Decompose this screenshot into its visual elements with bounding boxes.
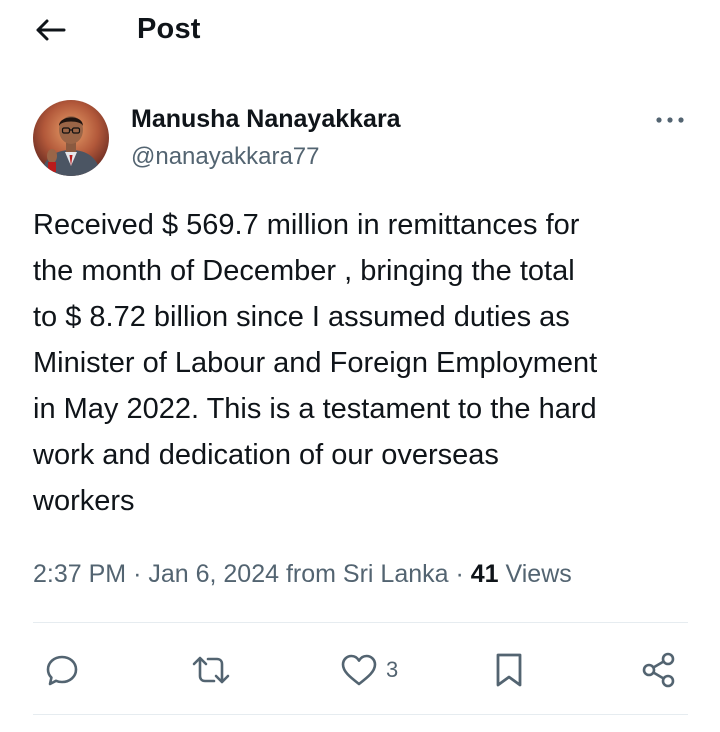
like-count: 3 (386, 657, 399, 682)
author-handle[interactable]: @nanayakkara77 (131, 142, 319, 172)
bookmark-button[interactable] (494, 648, 524, 692)
post-time[interactable]: 2:37 PM (33, 560, 126, 588)
back-button[interactable] (30, 12, 70, 48)
post-location: from Sri Lanka (285, 560, 449, 588)
avatar[interactable] (33, 100, 109, 176)
repost-icon (192, 656, 230, 684)
post-date[interactable]: Jan 6, 2024 (148, 560, 279, 588)
views-count[interactable]: 41 (471, 560, 499, 588)
reply-icon (46, 655, 78, 686)
post-text: Received $ 569.7 million in remittances … (33, 209, 598, 517)
page-title: Post (137, 13, 201, 45)
reply-button[interactable] (44, 648, 80, 692)
share-icon (642, 652, 675, 688)
meta-separator: · (133, 560, 142, 588)
meta-separator: · (455, 560, 464, 588)
divider (33, 714, 688, 715)
arrow-left-icon (36, 19, 66, 41)
repost-button[interactable] (190, 648, 232, 692)
bookmark-icon (496, 653, 522, 687)
share-button[interactable] (640, 648, 678, 692)
more-options-button[interactable] (650, 106, 690, 134)
heart-icon (341, 654, 377, 686)
top-bar: Post (0, 0, 720, 60)
avatar-photo (33, 100, 109, 176)
post-metadata: 2:37 PM · Jan 6, 2024 from Sri Lanka · 4… (33, 554, 572, 594)
views-label[interactable]: Views (506, 560, 572, 588)
divider (33, 622, 688, 623)
post-page: Post Manusha Nanayakkara @nanayakkara77 … (0, 0, 720, 732)
author-name[interactable]: Manusha Nanayakkara (131, 104, 401, 134)
more-horizontal-icon (656, 117, 684, 123)
like-button[interactable]: 3 (340, 648, 398, 692)
